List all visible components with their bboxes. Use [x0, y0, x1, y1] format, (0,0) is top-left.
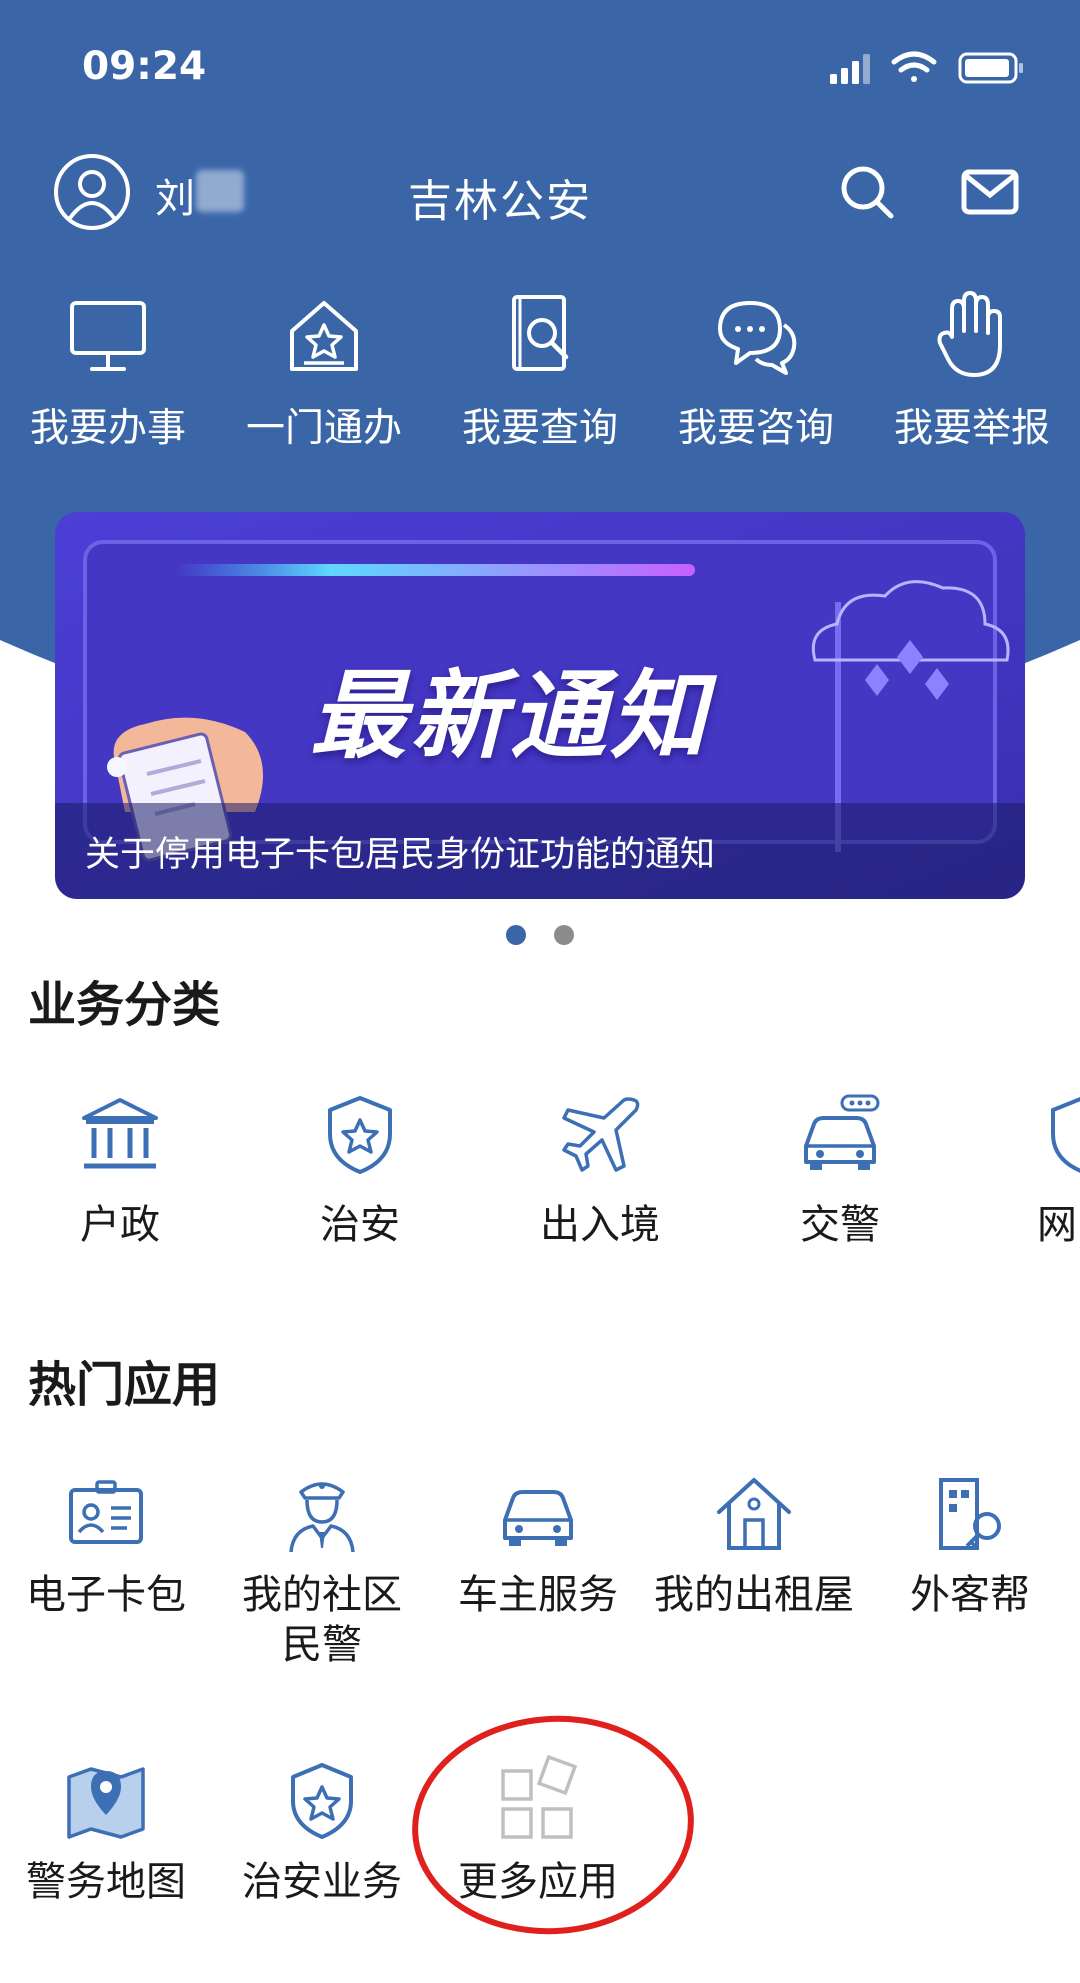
app-community-police[interactable]: 我的社区民警 — [222, 1468, 422, 1670]
app-rental-house[interactable]: 我的出租屋 — [654, 1468, 854, 1620]
status-time: 09:24 — [82, 44, 207, 89]
search-icon[interactable] — [835, 160, 899, 224]
app-security-business[interactable]: 治安业务 — [222, 1755, 422, 1907]
app-label: 我的社区民警 — [242, 1572, 402, 1668]
quick-action-label: 我要举报 — [893, 406, 1050, 451]
building-key-icon — [939, 1478, 1001, 1550]
app-title: 吉林公安 — [408, 176, 592, 227]
quick-action-query[interactable]: 我要查询 — [450, 285, 630, 453]
carousel-dot-active[interactable] — [506, 925, 526, 945]
bank-icon — [82, 1098, 158, 1169]
user-name[interactable]: 刘 — [155, 166, 195, 224]
category-label: 交警 — [800, 1202, 880, 1248]
car-icon — [804, 1094, 880, 1170]
carousel-dot[interactable] — [554, 925, 574, 945]
app-label: 治安业务 — [242, 1859, 402, 1905]
status-icons — [830, 51, 1023, 84]
app-e-wallet[interactable]: 电子卡包 — [6, 1468, 206, 1620]
app-visitor-help[interactable]: 外客帮 — [870, 1468, 1070, 1620]
quick-action-label: 我要查询 — [461, 406, 618, 451]
quick-action-label: 我要咨询 — [677, 406, 834, 451]
app-label: 电子卡包 — [26, 1572, 186, 1618]
annotation-circle — [412, 1715, 694, 1935]
banner-headline: 最新通知 — [310, 660, 710, 772]
monitor-icon — [70, 301, 146, 371]
app-label: 外客帮 — [910, 1572, 1030, 1618]
app-car-owner[interactable]: 车主服务 — [438, 1468, 638, 1620]
battery-icon — [958, 52, 1023, 84]
quick-action-consult[interactable]: 我要咨询 — [666, 285, 846, 453]
airplane-icon — [562, 1097, 640, 1172]
car-icon — [503, 1490, 573, 1546]
quick-action-label: 一门通办 — [245, 406, 402, 451]
police-badge-icon — [291, 1763, 353, 1839]
app-police-map[interactable]: 警务地图 — [6, 1755, 206, 1907]
quick-action-label: 我要办事 — [29, 406, 186, 451]
raised-hand-icon — [937, 291, 1002, 377]
category-label: 出入境 — [540, 1202, 660, 1248]
categories-title: 业务分类 — [28, 977, 221, 1033]
app-label: 我的出租屋 — [654, 1572, 854, 1618]
app-label: 警务地图 — [26, 1859, 186, 1905]
category-traffic-police[interactable]: 交警 — [755, 1090, 925, 1250]
signal-icon — [830, 54, 870, 84]
globe-shield-icon — [1051, 1097, 1080, 1173]
category-public-security[interactable]: 治安 — [275, 1090, 445, 1250]
quick-action-handle[interactable]: 我要办事 — [18, 285, 198, 453]
map-pin-icon — [67, 1767, 145, 1839]
house-icon — [717, 1478, 791, 1550]
category-immigration[interactable]: 出入境 — [515, 1090, 685, 1250]
redacted-name-blur — [196, 170, 244, 212]
document-search-icon — [512, 295, 569, 371]
house-star-icon — [290, 301, 358, 371]
police-badge-icon — [328, 1096, 392, 1174]
category-household[interactable]: 户政 — [35, 1090, 205, 1250]
app-label: 车主服务 — [458, 1572, 618, 1618]
category-cyber[interactable]: 网 — [995, 1090, 1080, 1250]
mail-icon[interactable] — [958, 160, 1022, 224]
quick-action-report[interactable]: 我要举报 — [882, 285, 1062, 453]
chat-bubbles-icon — [718, 301, 797, 375]
quick-action-one-stop[interactable]: 一门通办 — [234, 285, 414, 453]
avatar-icon[interactable] — [52, 152, 132, 232]
banner-caption[interactable]: 关于停用电子卡包居民身份证功能的通知 — [85, 826, 715, 877]
police-officer-icon — [289, 1482, 355, 1553]
category-label: 治安 — [320, 1202, 400, 1248]
id-card-icon — [69, 1480, 143, 1544]
category-label: 网 — [1037, 1202, 1077, 1248]
category-label: 户政 — [80, 1202, 160, 1248]
hot-apps-title: 热门应用 — [28, 1357, 221, 1413]
wifi-icon — [891, 51, 937, 82]
